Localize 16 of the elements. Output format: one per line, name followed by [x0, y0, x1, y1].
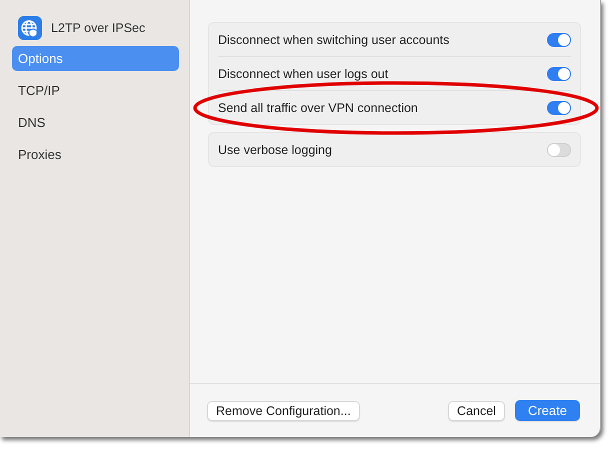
setting-label: Use verbose logging [218, 142, 332, 156]
setting-label: Send all traffic over VPN connection [218, 100, 418, 114]
sidebar-item[interactable]: Proxies [12, 142, 179, 167]
sidebar-item[interactable]: TCP/IP [12, 78, 179, 103]
globe-icon [18, 16, 42, 40]
toggle-switch[interactable] [547, 66, 571, 80]
toggle-switch[interactable] [547, 100, 571, 114]
toggle-switch[interactable] [547, 32, 571, 46]
setting-label: Disconnect when switching user accounts [218, 32, 450, 46]
sidebar-title: L2TP over IPSec [51, 21, 146, 35]
sidebar-item[interactable]: DNS [12, 110, 179, 135]
setting-label: Disconnect when user logs out [218, 66, 388, 80]
remove-configuration-button[interactable]: Remove Configuration... [207, 400, 360, 420]
toggle-switch[interactable] [547, 142, 571, 156]
create-button[interactable]: Create [514, 400, 580, 421]
cancel-button[interactable]: Cancel [448, 400, 505, 420]
